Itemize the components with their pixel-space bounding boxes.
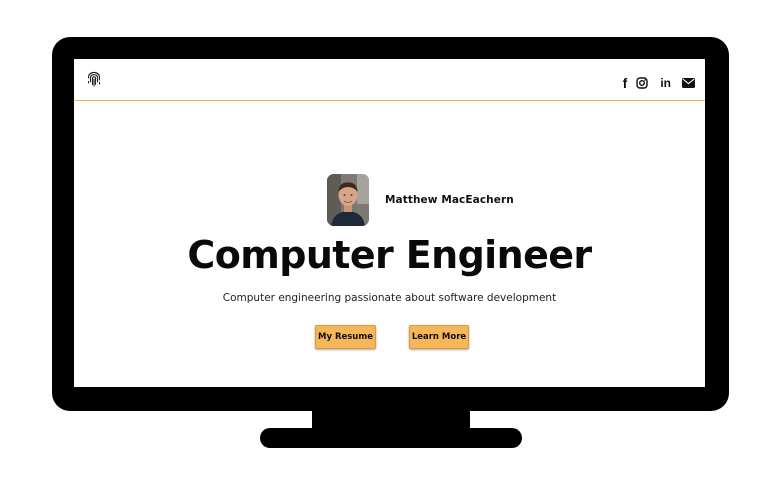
stage: f in Matthew MacEachern Computer Enginee… <box>0 0 779 483</box>
monitor-base <box>260 428 522 448</box>
social-links: f in <box>623 75 695 91</box>
profile: Matthew MacEachern <box>327 174 514 226</box>
navbar: f in <box>74 59 705 101</box>
learn-more-button[interactable]: Learn More <box>409 325 469 349</box>
envelope-icon[interactable] <box>682 76 695 90</box>
linkedin-icon[interactable]: in <box>660 76 671 90</box>
my-resume-button[interactable]: My Resume <box>315 325 376 349</box>
instagram-icon[interactable] <box>636 76 649 90</box>
monitor-screen: f in Matthew MacEachern Computer Enginee… <box>74 59 705 387</box>
page-title: Computer Engineer <box>187 233 592 277</box>
monitor-frame: f in Matthew MacEachern Computer Enginee… <box>52 37 729 411</box>
avatar <box>327 174 369 226</box>
hero-section: Matthew MacEachern Computer Engineer Com… <box>74 101 705 387</box>
hero-subtitle: Computer engineering passionate about so… <box>222 292 557 304</box>
facebook-icon[interactable]: f <box>623 75 628 91</box>
fingerprint-icon[interactable] <box>87 70 101 87</box>
profile-name: Matthew MacEachern <box>385 194 514 206</box>
